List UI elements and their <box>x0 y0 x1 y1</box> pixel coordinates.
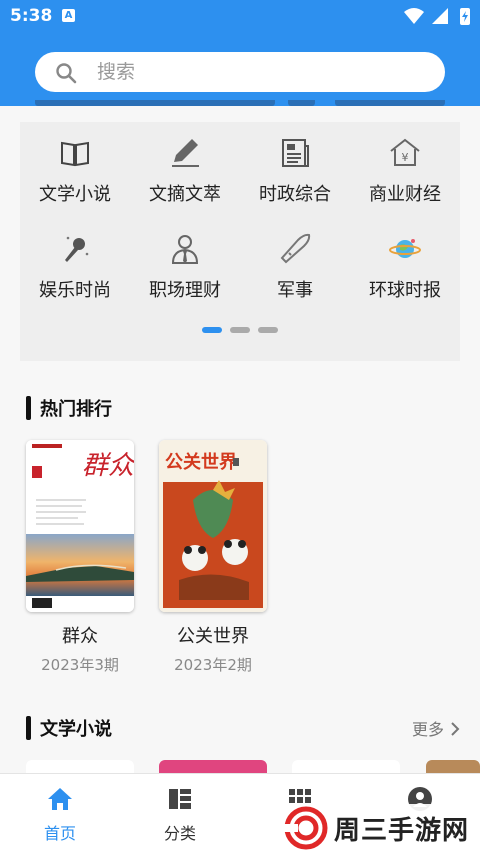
category-label: 时政综合 <box>259 184 331 205</box>
book-card[interactable]: 公关世界 公关世界 2023年2期 <box>159 440 267 675</box>
category-label: 军事 <box>277 280 313 301</box>
book-icon <box>61 141 89 167</box>
section-title-literature: 文学小说 <box>26 715 226 741</box>
cover-qunzhong-image: 群众 <box>26 440 134 612</box>
category-item-business[interactable]: ¥ 商业财经 <box>350 136 460 216</box>
category-panel: 文学小说 文摘文萃 时政综合 ¥ 商业财经 娱乐时尚 职场理财 军事 环球时报 <box>20 122 460 361</box>
yen-house-icon: ¥ <box>390 138 420 166</box>
category-item-politics[interactable]: 时政综合 <box>240 136 350 216</box>
header <box>0 32 480 106</box>
notification-badge-icon: A <box>62 9 75 22</box>
section-marker <box>26 716 31 740</box>
book-card[interactable]: 群众 群众 2023年3期 <box>26 440 134 675</box>
category-item-digest[interactable]: 文摘文萃 <box>130 136 240 216</box>
category-label: 文学小说 <box>39 184 111 205</box>
tab-category[interactable]: 分类 <box>140 786 220 844</box>
cover-pr-world-image: 公关世界 <box>159 440 267 612</box>
page-dot-active[interactable] <box>202 327 222 333</box>
search-bar[interactable] <box>35 52 445 92</box>
wifi-icon <box>404 8 424 24</box>
tab-label: 分类 <box>163 824 196 843</box>
section-marker <box>26 396 31 420</box>
pen-icon <box>172 139 199 167</box>
category-item-global[interactable]: 环球时报 <box>350 232 460 312</box>
banner-peek <box>35 100 445 108</box>
microphone-icon <box>65 236 89 262</box>
status-bar: 5:38 A <box>0 0 480 32</box>
category-item-military[interactable]: 军事 <box>240 232 350 312</box>
category-item-career[interactable]: 职场理财 <box>130 232 240 312</box>
category-label: 娱乐时尚 <box>39 280 111 301</box>
book-title: 公关世界 <box>177 626 249 647</box>
book-issue: 2023年2期 <box>174 656 252 674</box>
category-icon <box>169 789 191 809</box>
svg-text:¥: ¥ <box>402 151 409 164</box>
book-title: 群众 <box>62 626 98 647</box>
search-icon <box>56 63 77 84</box>
more-link[interactable]: 更多 <box>412 716 460 740</box>
watermark-logo-icon <box>284 806 328 850</box>
cover-title-text: 公关世界 <box>165 451 237 473</box>
category-label: 商业财经 <box>369 184 441 205</box>
category-item-literature[interactable]: 文学小说 <box>20 136 130 216</box>
newspaper-icon <box>282 139 309 167</box>
page-dot[interactable] <box>258 327 278 333</box>
category-item-entertainment[interactable]: 娱乐时尚 <box>20 232 130 312</box>
cellular-icon <box>432 8 448 24</box>
category-label: 职场理财 <box>149 280 221 301</box>
bullet-icon <box>280 233 311 264</box>
search-input[interactable] <box>97 58 417 86</box>
book-cover[interactable]: 群众 <box>26 440 134 612</box>
page-dot[interactable] <box>230 327 250 333</box>
status-time: 5:38 <box>10 6 53 26</box>
book-issue: 2023年3期 <box>41 656 119 674</box>
tab-home[interactable]: 首页 <box>20 786 100 844</box>
cover-title-text: 群众 <box>82 451 134 481</box>
home-icon <box>48 788 72 810</box>
section-title-label: 热门排行 <box>40 399 112 420</box>
book-cover[interactable]: 公关世界 <box>159 440 267 612</box>
person-tie-icon <box>171 235 199 264</box>
system-status-icons <box>404 8 470 25</box>
watermark-text: 周三手游网 <box>334 816 470 846</box>
chevron-right-icon <box>451 722 460 736</box>
section-title-label: 文学小说 <box>40 719 112 740</box>
tab-label: 首页 <box>43 824 76 843</box>
category-label: 文摘文萃 <box>149 184 221 205</box>
planet-icon <box>389 239 421 258</box>
watermark: 周三手游网 <box>282 804 480 850</box>
category-label: 环球时报 <box>369 280 441 301</box>
more-label: 更多 <box>411 720 444 739</box>
section-title-hot: 热门排行 <box>26 395 226 421</box>
page-indicator <box>202 327 282 335</box>
